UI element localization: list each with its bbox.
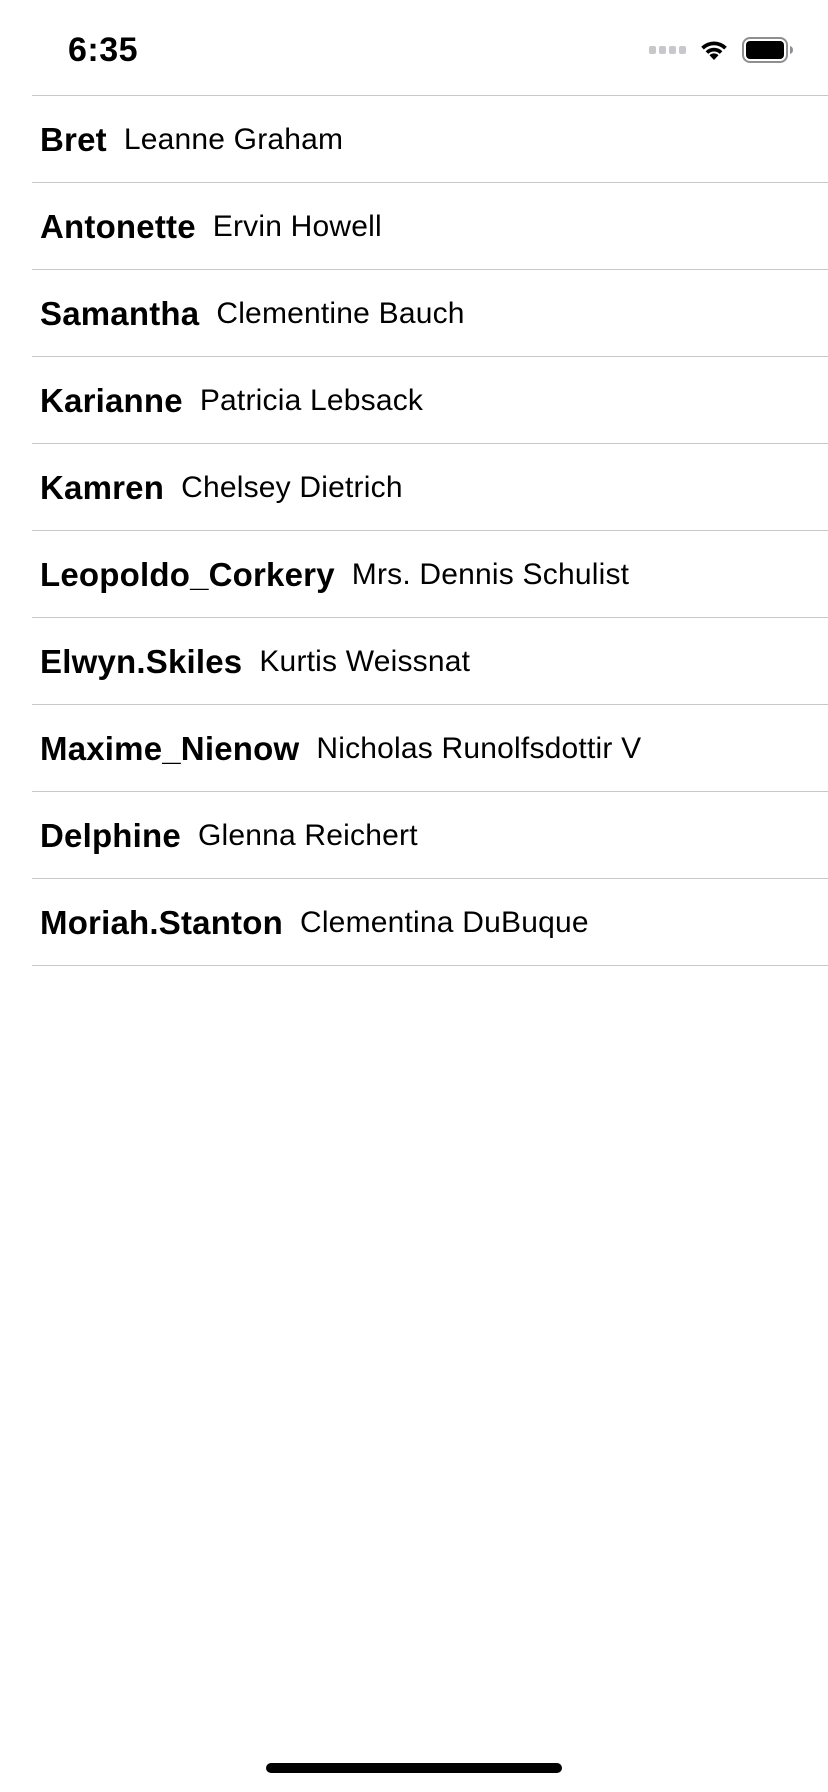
username-label: Maxime_Nienow [40, 729, 300, 767]
username-label: Kamren [40, 468, 165, 506]
battery-icon [742, 37, 794, 63]
username-label: Elwyn.Skiles [40, 642, 243, 680]
fullname-label: Clementina DuBuque [299, 905, 589, 939]
username-label: Delphine [40, 816, 181, 854]
fullname-label: Chelsey Dietrich [181, 470, 403, 504]
list-item[interactable]: Antonette Ervin Howell [0, 183, 828, 270]
fullname-label: Patricia Lebsack [199, 383, 424, 417]
fullname-label: Glenna Reichert [197, 818, 418, 852]
list-item[interactable]: Maxime_Nienow Nicholas Runolfsdottir V [0, 705, 828, 792]
username-label: Moriah.Stanton [40, 903, 283, 941]
fullname-label: Kurtis Weissnat [259, 644, 471, 678]
status-bar: 6:35 [0, 0, 828, 96]
list-item[interactable]: Kamren Chelsey Dietrich [0, 444, 828, 531]
username-label: Leopoldo_Corkery [40, 555, 335, 593]
user-list: Bret Leanne Graham Antonette Ervin Howel… [0, 95, 828, 966]
list-item[interactable]: Delphine Glenna Reichert [0, 792, 828, 879]
fullname-label: Nicholas Runolfsdottir V [316, 731, 642, 765]
username-label: Bret [40, 120, 107, 158]
list-item[interactable]: Bret Leanne Graham [0, 96, 828, 183]
list-item[interactable]: Karianne Patricia Lebsack [0, 357, 828, 444]
username-label: Antonette [40, 207, 196, 245]
username-label: Samantha [40, 294, 200, 332]
fullname-label: Ervin Howell [212, 209, 382, 243]
list-item[interactable]: Leopoldo_Corkery Mrs. Dennis Schulist [0, 531, 828, 618]
status-time: 6:35 [68, 31, 139, 69]
list-item[interactable]: Moriah.Stanton Clementina DuBuque [0, 879, 828, 966]
username-label: Karianne [40, 381, 183, 419]
fullname-label: Leanne Graham [123, 122, 344, 156]
fullname-label: Clementine Bauch [216, 296, 465, 330]
signal-icon [649, 46, 686, 54]
home-indicator[interactable] [266, 1763, 562, 1773]
status-icons [649, 36, 794, 64]
wifi-icon [698, 38, 730, 62]
fullname-label: Mrs. Dennis Schulist [351, 557, 630, 591]
list-item[interactable]: Elwyn.Skiles Kurtis Weissnat [0, 618, 828, 705]
list-item[interactable]: Samantha Clementine Bauch [0, 270, 828, 357]
